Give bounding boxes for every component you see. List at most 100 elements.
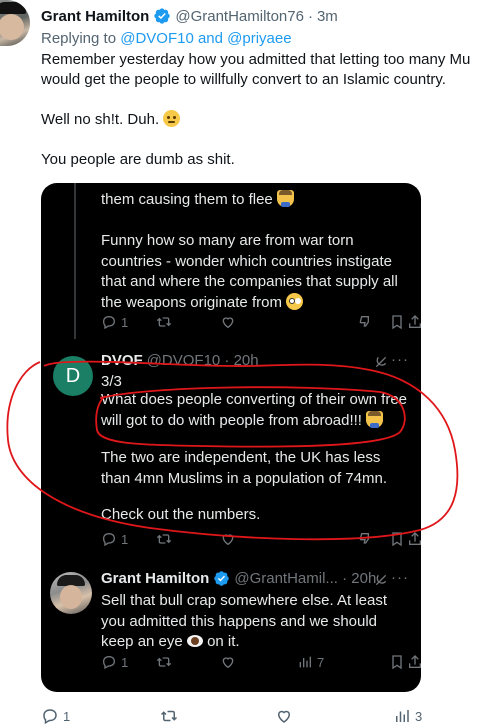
views-count: 3 [415,708,423,724]
prev-tweet-line: them causing them to flee [101,190,294,211]
reply-count: 1 [63,708,71,724]
man-emoji-icon [366,410,384,428]
replying-prefix: Replying to [41,30,121,47]
rolling-eyes-emoji-icon [163,110,181,127]
verified-badge-icon [214,571,230,586]
bookmark-button[interactable] [389,314,405,330]
dvof-header: DVOF @DVOF10 · 20h [101,352,259,369]
heart-icon [222,657,234,669]
eye-emoji-icon [186,635,203,647]
views-count: 7 [317,654,325,670]
like-button[interactable] [220,531,236,547]
bookmark-icon [392,532,402,547]
tweet: Grant Hamilton @GrantHamilton76 · 3m Rep… [0,0,482,727]
avatar-cap [0,2,26,14]
bookmark-button[interactable] [389,531,405,547]
share-button[interactable] [407,314,421,330]
prev-tweet-actions: 1 [101,312,421,332]
retweet-button[interactable] [156,654,172,670]
share-button[interactable] [407,531,421,547]
dvof-line: Check out the numbers. [101,506,261,523]
reply-icon [102,655,116,670]
reply-button[interactable]: 1 [101,314,128,330]
reply-button[interactable]: 1 [41,707,70,725]
views-button[interactable]: 3 [393,707,422,725]
grant-reply-avatar[interactable] [50,572,92,614]
dvof-text: will got to do with people from abroad!!… [101,411,362,429]
like-button[interactable] [275,707,293,725]
dvof-handle[interactable]: @DVOF10 · 20h [147,352,259,369]
reply-icon [102,532,116,547]
dvof-line: will got to do with people from abroad!!… [101,410,384,432]
body-line: Well no sh!t. Duh. [41,110,482,130]
prev-tweet-line: the weapons originate from [101,292,304,314]
more-options-button[interactable]: ··· [391,569,409,586]
share-icon [409,655,421,668]
heart-icon [222,534,234,546]
dvof-avatar[interactable]: D [53,356,93,396]
author-name[interactable]: Grant Hamilton [41,8,149,25]
share-icon [409,532,421,545]
share-icon [409,315,421,328]
heart-icon [277,710,291,723]
grant-reply-handle[interactable]: @GrantHamil... · 20h [234,570,376,587]
retweet-button[interactable] [156,531,172,547]
author-handle[interactable]: @GrantHamilton76 [175,8,304,25]
prev-tweet-line: countries - wonder which countries insti… [101,252,392,270]
retweet-button[interactable] [156,314,172,330]
dvof-line: than 4mn Muslims in a population of 74mn… [101,469,387,487]
bookmark-icon [392,315,402,330]
dvof-line: What does people converting of their own… [101,391,408,408]
grant-reply-text: keep an eye [101,633,183,650]
body-line-text: Well no sh!t. Duh. [41,111,160,128]
reply-button[interactable]: 1 [101,531,128,547]
reply-icon [43,709,57,725]
man-emoji-icon [276,190,294,207]
verified-badge-icon [154,8,171,24]
retweet-icon [156,534,172,544]
grant-reply-line: Sell that bull crap somewhere else. At l… [101,592,387,609]
dvof-actions: 1 [101,529,421,549]
replying-targets-link[interactable]: @DVOF10 and @priyaee [120,30,291,47]
retweet-button[interactable] [160,707,178,725]
timestamp[interactable]: 3m [317,8,338,25]
attached-screenshot[interactable]: them causing them to flee Funny how so m… [41,183,421,692]
prev-tweet-text: the weapons originate from [101,293,282,311]
views-button[interactable]: 7 [297,654,324,670]
reply-count: 1 [121,314,129,330]
dvof-name[interactable]: DVOF [101,352,143,369]
tweet-header: Grant Hamilton @GrantHamilton76 · 3m [41,7,338,25]
bookmark-button[interactable] [389,654,405,670]
reply-button[interactable]: 1 [101,654,128,670]
author-avatar[interactable] [0,0,30,46]
retweet-icon [156,657,172,667]
tweet-actions: 1 3 [0,705,482,727]
grant-reply-name[interactable]: Grant Hamilton [101,570,209,587]
prev-tweet-text: them causing them to flee [101,191,273,208]
downvote-button[interactable] [357,531,373,547]
separator-dot: · [307,7,313,25]
dvof-line: The two are independent, the UK has less [101,449,381,466]
body-line: would get the people to willfully conver… [41,71,446,88]
tweet-body: Remember yesterday how you admitted that… [41,50,482,170]
prev-tweet-line: Funny how so many are from war torn [101,232,354,249]
prev-tweet-line: that and where the companies that supply… [101,273,398,290]
body-line: You people are dumb as shit. [41,151,235,168]
grant-reply-line: keep an eye on it. [101,632,240,653]
grok-icon[interactable] [373,354,389,370]
like-button[interactable] [220,314,236,330]
body-line: Remember yesterday how you admitted that… [41,51,471,68]
replying-to: Replying to @DVOF10 and @priyaee [41,30,292,47]
reply-icon [102,315,116,330]
thread-line [74,183,76,339]
like-button[interactable] [220,654,236,670]
analytics-icon [299,656,311,668]
reply-count: 1 [121,531,129,547]
grok-icon[interactable] [373,572,389,588]
downvote-button[interactable] [357,314,373,330]
grant-reply-text: on it. [207,633,240,650]
grant-reply-actions: 1 7 [101,652,421,672]
flushed-emoji-icon [286,292,304,310]
share-button[interactable] [407,654,421,670]
more-options-button[interactable]: ··· [391,351,409,368]
